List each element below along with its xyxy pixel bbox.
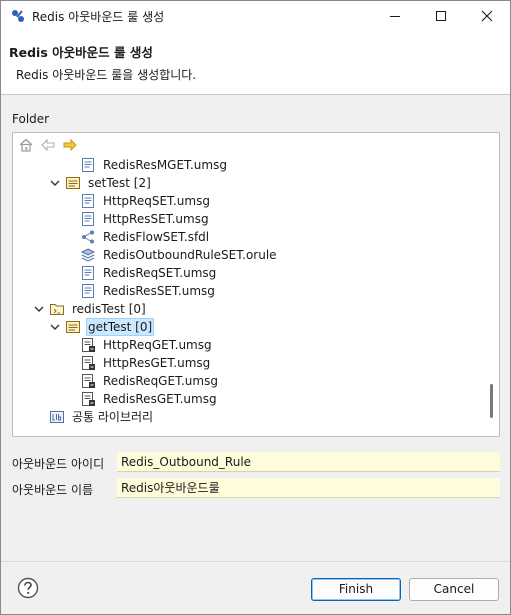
tree-item[interactable]: RedisFlowSET.sfdl — [80, 228, 211, 246]
tree-toolbar — [13, 133, 499, 157]
tree-item-label: HttpReqSET.umsg — [103, 194, 210, 208]
message-file-modified-icon — [82, 374, 95, 388]
home-icon[interactable] — [18, 138, 34, 152]
tree-item-setTest[interactable]: setTest [2] — [49, 174, 153, 192]
message-file-icon — [82, 266, 94, 280]
maximize-icon — [436, 11, 446, 21]
tree-item-redisTest[interactable]: redisTest [0] — [33, 300, 148, 318]
window-title: Redis 아웃바운드 룰 생성 — [32, 10, 165, 24]
outbound-name-input[interactable] — [117, 478, 500, 498]
tree-item-label: RedisReqGET.umsg — [103, 374, 218, 388]
tree-item[interactable]: RedisResMGET.umsg — [80, 156, 229, 174]
tree-item-label: RedisFlowSET.sfdl — [103, 230, 210, 244]
minimize-icon — [390, 16, 400, 17]
tree-item[interactable]: RedisResGET.umsg — [80, 390, 219, 408]
tree-item-label: RedisResSET.umsg — [103, 284, 215, 298]
tree-item[interactable]: RedisReqGET.umsg — [80, 372, 220, 390]
page-title: Redis 아웃바운드 룰 생성 — [9, 45, 153, 60]
tree-item-library[interactable]: 공통 라이브러리 — [49, 408, 155, 426]
tree-item[interactable]: RedisReqSET.umsg — [80, 264, 218, 282]
folder-tree[interactable]: RedisResMGET.umsg setTest [2] HttpReqSET… — [12, 132, 500, 437]
tree-item-label: RedisOutboundRuleSET.orule — [103, 248, 277, 262]
outbound-id-input[interactable] — [117, 452, 500, 472]
chevron-down-icon[interactable] — [49, 177, 61, 189]
library-icon — [50, 411, 64, 423]
project-folder-icon — [50, 304, 64, 315]
message-file-modified-icon — [82, 392, 95, 406]
tree-scrollbar[interactable] — [483, 157, 499, 436]
outbound-id-label: 아웃바운드 아이디 — [12, 457, 105, 471]
tree-item-label: RedisResMGET.umsg — [103, 158, 227, 172]
folder-label: Folder — [12, 112, 50, 126]
dialog-window: Redis 아웃바운드 룰 생성 Redis 아웃바운드 룰 생성 Redis … — [0, 0, 511, 615]
tree-item[interactable]: HttpReqGET.umsg — [80, 336, 214, 354]
tree-item-label: HttpResSET.umsg — [103, 212, 209, 226]
package-icon — [66, 321, 80, 333]
tree-item[interactable]: RedisOutboundRuleSET.orule — [80, 246, 279, 264]
close-button[interactable] — [464, 1, 510, 31]
rule-layers-icon — [80, 248, 96, 262]
tree-item[interactable]: HttpResSET.umsg — [80, 210, 211, 228]
footer-divider — [1, 561, 510, 562]
help-icon[interactable] — [17, 577, 39, 599]
maximize-button[interactable] — [418, 1, 464, 31]
forward-arrow-icon[interactable] — [62, 138, 78, 152]
scrollbar-thumb[interactable] — [490, 384, 493, 418]
tree-item-label: setTest [2] — [88, 176, 151, 190]
tree-item-label: RedisReqSET.umsg — [103, 266, 217, 280]
tree-item-label: HttpReqGET.umsg — [103, 338, 212, 352]
tree-item[interactable]: HttpReqSET.umsg — [80, 192, 212, 210]
tree-item[interactable]: HttpResGET.umsg — [80, 354, 212, 372]
tree-item-label: HttpResGET.umsg — [103, 356, 211, 370]
package-icon — [66, 177, 80, 189]
close-icon — [481, 10, 493, 22]
title-bar: Redis 아웃바운드 룰 생성 — [1, 1, 510, 31]
tree-item-getTest[interactable]: getTest [0] — [49, 318, 155, 336]
tree-item-label: 공통 라이브러리 — [72, 410, 154, 424]
wizard-banner: Redis 아웃바운드 룰 생성 Redis 아웃바운드 룰을 생성합니다. — [1, 31, 510, 95]
message-file-icon — [82, 158, 94, 172]
chevron-down-icon[interactable] — [33, 303, 45, 315]
app-icon — [12, 10, 24, 22]
minimize-button[interactable] — [372, 1, 418, 31]
message-file-modified-icon — [82, 338, 95, 352]
tree-item-label: RedisResGET.umsg — [103, 392, 217, 406]
message-file-icon — [82, 212, 94, 226]
finish-button[interactable]: Finish — [311, 578, 401, 601]
tree-item[interactable]: RedisResSET.umsg — [80, 282, 217, 300]
tree-item-label: redisTest [0] — [72, 302, 146, 316]
message-file-icon — [82, 284, 94, 298]
flow-icon — [82, 230, 94, 244]
message-file-icon — [82, 194, 94, 208]
chevron-down-icon[interactable] — [49, 321, 61, 333]
back-arrow-icon[interactable] — [40, 138, 56, 152]
outbound-name-label: 아웃바운드 이름 — [12, 483, 94, 497]
tree-item-label: getTest [0] — [86, 318, 155, 336]
page-description: Redis 아웃바운드 룰을 생성합니다. — [16, 68, 197, 82]
cancel-button[interactable]: Cancel — [409, 578, 499, 601]
message-file-modified-icon — [82, 356, 95, 370]
